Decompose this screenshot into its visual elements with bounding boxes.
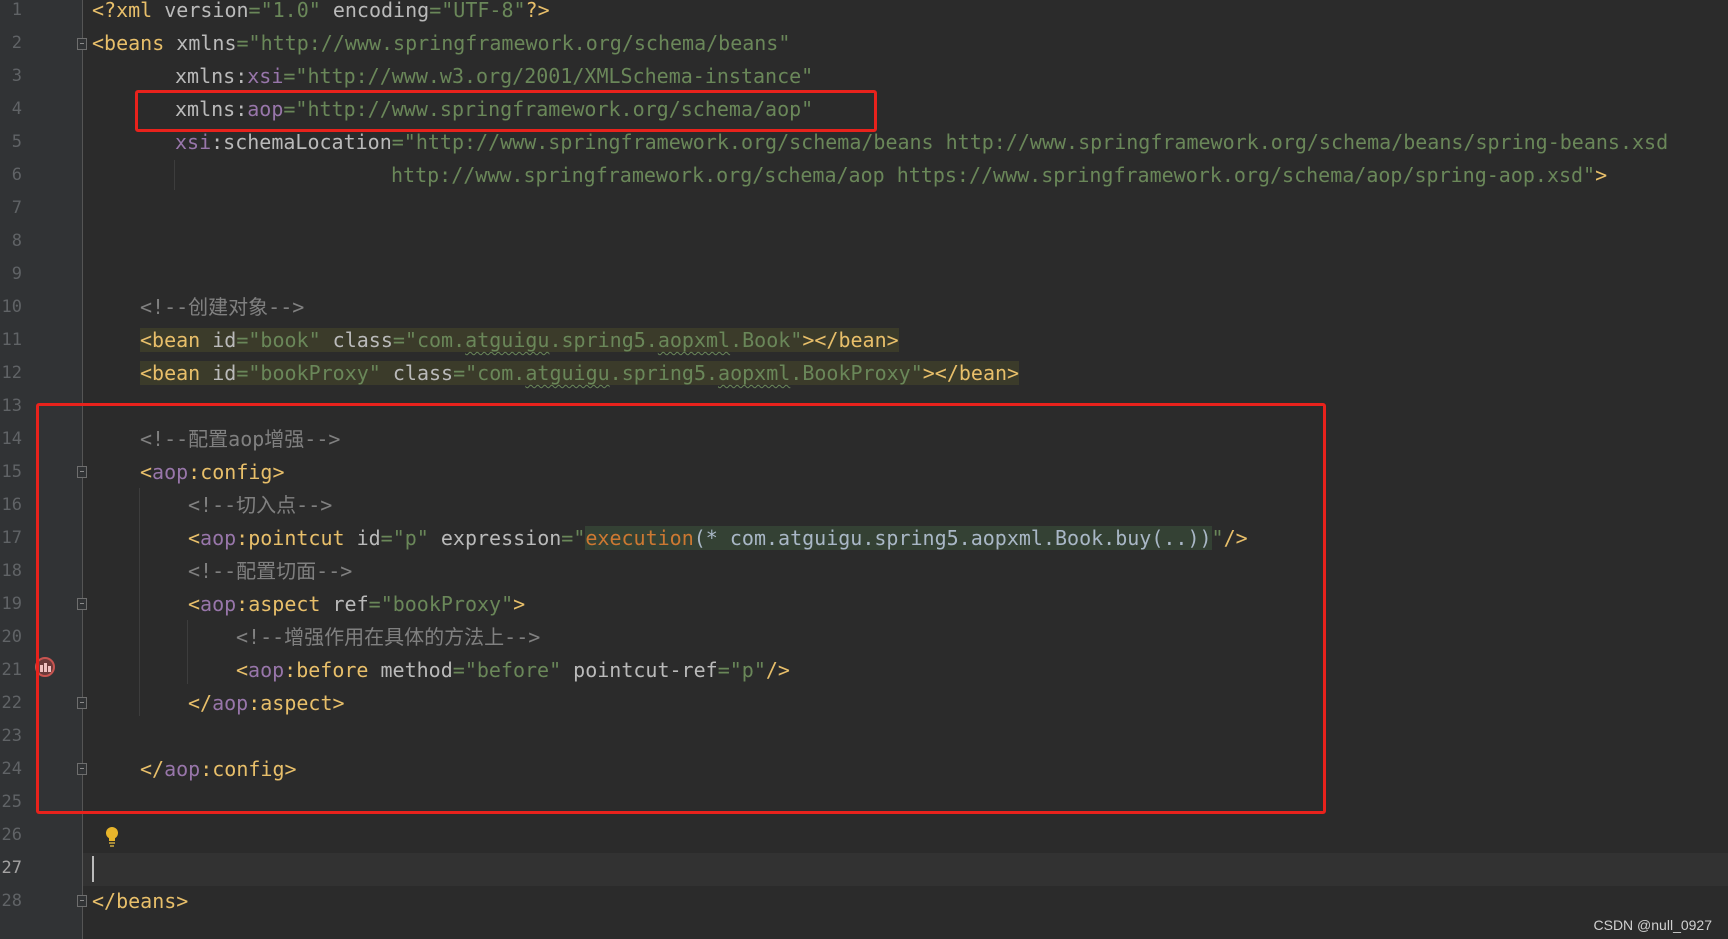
line-number: 25 [1,792,22,812]
attr-value: http://www.springframework.org/schema/ao… [391,163,1596,187]
indent-guide [174,160,175,190]
attr-value-typo: atguigu [525,361,610,385]
line-number: 26 [1,825,22,845]
attr-value: .BookProxy" [790,361,923,385]
attr-name: class [320,328,393,352]
fold-marker-icon[interactable] [77,38,87,50]
equals: = [391,130,404,154]
watermark: CSDN @null_0927 [1593,917,1713,933]
line-number: 28 [1,891,22,911]
equals: = [429,0,442,22]
attr-name: xmlns: [175,64,248,88]
attr-name: id [200,361,237,385]
attr-value: "http://www.w3.org/2001/XMLSchema-instan… [295,64,814,88]
line-number: 1 [11,0,22,20]
code-line-28[interactable]: </beans> [92,885,188,918]
text-caret [92,856,94,882]
equals: = [236,361,249,385]
line-number: 3 [11,66,22,86]
code-line-10[interactable]: <!--创建对象--> [140,291,304,324]
attr-name: :schemaLocation [211,130,392,154]
code-line-1[interactable]: <?xml version="1.0" encoding="UTF-8"?> [92,0,550,27]
line-number: 21 [1,660,22,680]
fold-marker-icon[interactable] [77,895,87,907]
equals: = [248,0,261,22]
line-number: 15 [1,462,22,482]
line-number: 23 [1,726,22,746]
code-line-11[interactable]: <bean id="book" class="com.atguigu.sprin… [140,324,899,357]
equals: = [236,31,249,55]
line-number: 16 [1,495,22,515]
attr-value: "UTF-8" [441,0,526,22]
tag-open: <bean [140,328,201,352]
line-number: 22 [1,693,22,713]
line-number-current: 27 [1,858,22,878]
tag-close: </beans> [92,889,189,913]
annotation-box-namespace [135,90,877,132]
current-line-highlight [83,853,1728,886]
line-number: 24 [1,759,22,779]
bean-highlight: <bean id="book" class="com.atguigu.sprin… [140,328,899,352]
attr-value: .Book" [730,328,803,352]
line-number: 12 [1,363,22,383]
annotation-box-aop-config [36,403,1326,814]
attr-name: version [152,0,249,22]
xml-decl-open: <?xml [92,0,153,22]
attr-name: encoding [320,0,430,22]
equals: = [392,328,405,352]
line-number: 18 [1,561,22,581]
attr-value: "bookProxy" [248,361,381,385]
tag-open: <bean [140,361,201,385]
namespace: xsi [247,64,284,88]
tag-open: <beans [92,31,165,55]
xml-decl-close: ?> [525,0,550,22]
code-line-2[interactable]: <beans xmlns="http://www.springframework… [92,27,790,60]
attr-value: "1.0" [260,0,321,22]
attr-value: "com. [465,361,526,385]
comment: <!--创建对象--> [140,295,305,319]
code-line-6[interactable]: http://www.springframework.org/schema/ao… [391,159,1607,192]
attr-name: xmlns [164,31,237,55]
equals: = [236,328,249,352]
attr-value-typo: atguigu [465,328,550,352]
line-number: 9 [11,264,22,284]
line-number: 13 [1,396,22,416]
attr-value-typo: aopxml [657,328,731,352]
namespace: xsi [175,130,212,154]
attr-name: class [380,361,454,385]
lightbulb-icon[interactable] [104,826,120,848]
attr-value: .spring5. [609,361,719,385]
line-number: 2 [11,33,22,53]
line-number: 10 [1,297,22,317]
tag-close: ></bean> [922,361,1020,385]
line-number: 8 [11,231,22,251]
line-number: 7 [11,198,22,218]
bean-highlight: <bean id="bookProxy" class="com.atguigu.… [140,361,1020,385]
line-number: 5 [11,132,22,152]
line-number: 6 [11,165,22,185]
line-number: 14 [1,429,22,449]
line-number: 11 [1,330,22,350]
equals: = [283,64,296,88]
attr-value: .spring5. [549,328,658,352]
attr-value: "book" [248,328,321,352]
line-number: 17 [1,528,22,548]
line-number: 20 [1,627,22,647]
attr-value: "http://www.springframework.org/schema/b… [248,31,791,55]
attr-value: "com. [404,328,466,352]
tag-close: > [1595,163,1608,187]
attr-value-typo: aopxml [718,361,791,385]
line-number: 4 [11,99,22,119]
code-line-12[interactable]: <bean id="bookProxy" class="com.atguigu.… [140,357,1020,390]
attr-value: "http://www.springframework.org/schema/b… [403,130,1669,154]
code-line-3[interactable]: xmlns:xsi="http://www.w3.org/2001/XMLSch… [175,60,813,93]
line-number: 19 [1,594,22,614]
equals: = [453,361,466,385]
tag-close: ></bean> [802,328,899,352]
attr-name: id [200,328,237,352]
